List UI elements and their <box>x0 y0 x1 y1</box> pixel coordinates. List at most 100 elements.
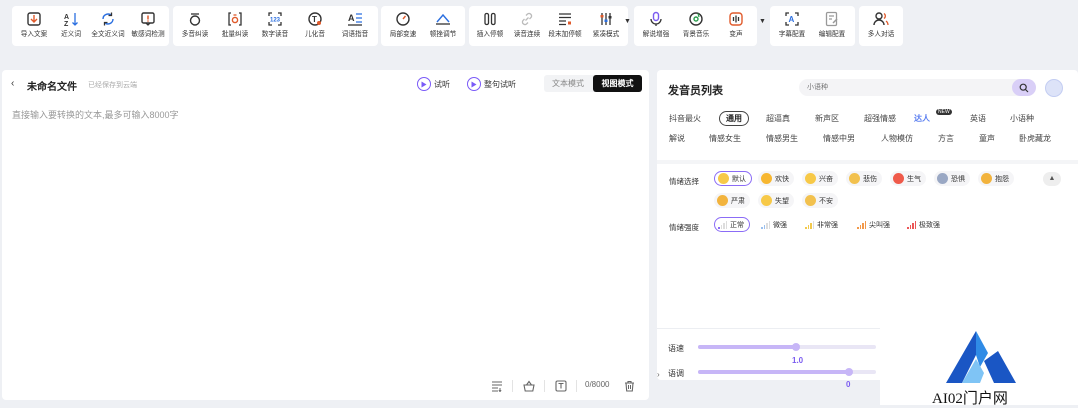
full-synonym-button[interactable]: 全文近义词 <box>88 6 128 46</box>
emotion-chip[interactable]: 严肃 <box>714 193 750 208</box>
emotion-chip[interactable]: 生气 <box>890 171 926 186</box>
text-input-placeholder[interactable]: 直接输入要转换的文本,最多可输入8000字 <box>12 108 179 121</box>
emotion-chip[interactable]: 兴奋 <box>802 171 838 186</box>
text-box-icon[interactable] <box>555 380 567 392</box>
emoji-default-icon <box>718 173 729 184</box>
category-tab[interactable]: 抖音最火 <box>669 113 701 124</box>
back-button[interactable]: ‹ <box>11 78 14 89</box>
insert-pause-button[interactable]: 插入停顿 <box>470 6 510 46</box>
intensity-chip-selected[interactable]: 正常 <box>714 217 750 232</box>
bgm-button[interactable]: 背景音乐 <box>676 6 716 46</box>
synonym-button[interactable]: AZ 近义词 <box>54 6 88 46</box>
toolbar-more-caret-2[interactable]: ▼ <box>759 18 766 25</box>
emotion-chip[interactable]: 悲伤 <box>846 171 882 186</box>
commentary-button[interactable]: 解说增强 <box>636 6 676 46</box>
category-tab[interactable]: 童声 <box>979 133 995 144</box>
svg-text:Z: Z <box>64 21 69 27</box>
sort-az-icon: AZ <box>64 13 78 27</box>
category-tab[interactable]: 英语 <box>970 113 986 124</box>
signal-bars-icon <box>907 220 916 229</box>
voice-change-button[interactable]: 变声 <box>716 6 756 46</box>
polyphone-button[interactable]: 多音纠读 <box>175 6 215 46</box>
intensity-chip-label: 极致强 <box>919 221 940 229</box>
idiom-button[interactable]: A 词语指音 <box>335 6 375 46</box>
trash-icon[interactable] <box>624 380 635 392</box>
category-tab[interactable]: 小语种 <box>1010 113 1034 124</box>
category-tab[interactable]: 超逼真 <box>766 113 790 124</box>
expand-arrow-icon[interactable]: › <box>657 370 660 379</box>
search-icon <box>1019 83 1029 92</box>
category-tab-selected[interactable]: 通用 <box>719 111 749 126</box>
category-tab-daren[interactable]: 达人 <box>914 113 930 124</box>
category-tab[interactable]: 情感中男 <box>823 133 855 144</box>
voice-search-input[interactable] <box>807 81 987 94</box>
file-name[interactable]: 未命名文件 <box>27 78 77 93</box>
intensity-chip-label: 尖叫强 <box>869 221 890 229</box>
alert-box-icon <box>141 12 155 26</box>
intensity-chip[interactable]: 微强 <box>758 217 792 232</box>
signal-bars-icon <box>761 220 770 229</box>
import-doc-button[interactable]: 导入文案 <box>14 6 54 46</box>
avatar[interactable] <box>1045 79 1063 97</box>
format-icon[interactable] <box>491 380 503 392</box>
sentence-preview-label: 整句试听 <box>484 79 516 89</box>
emotion-chip[interactable]: 恐惧 <box>934 171 970 186</box>
chevron-up-icon: ▲ <box>1048 175 1056 182</box>
category-tab[interactable]: 情感女生 <box>709 133 741 144</box>
emoji-serious-icon <box>717 195 728 206</box>
speed-slider-handle[interactable] <box>791 343 800 351</box>
pitch-value: 0 <box>846 380 851 389</box>
category-tab[interactable]: 情感男生 <box>766 133 798 144</box>
digit-read-button[interactable]: 123 数字读音 <box>255 6 295 46</box>
category-tab[interactable]: 人物模仿 <box>881 133 913 144</box>
subtitle-config-button[interactable]: A 字幕配置 <box>772 6 812 46</box>
emotion-chip[interactable]: 抱怨 <box>978 171 1014 186</box>
emotion-chip-label: 严肃 <box>731 197 745 205</box>
toolbar-more-caret-1[interactable]: ▼ <box>624 18 631 25</box>
play-icon <box>467 77 481 91</box>
preview-button[interactable]: 试听 <box>417 76 450 92</box>
emotion-chip-label: 恐惧 <box>951 175 965 183</box>
category-tab[interactable]: 解说 <box>669 133 685 144</box>
category-tab[interactable]: 超强情感 <box>864 113 896 124</box>
collapse-button[interactable]: ▲ <box>1043 172 1061 186</box>
search-button[interactable] <box>1012 79 1036 96</box>
multi-dialog-button[interactable]: 多人对话 <box>861 6 901 46</box>
para-end-pause-button[interactable]: 段末加停顿 <box>544 6 586 46</box>
category-tab[interactable]: 卧虎藏龙 <box>1019 133 1051 144</box>
sensitive-check-button[interactable]: 敏感词检测 <box>128 6 168 46</box>
basket-icon[interactable] <box>523 380 535 392</box>
toolbar-group-dialog: 多人对话 <box>859 6 903 46</box>
svg-text:T: T <box>312 15 317 24</box>
emotion-chip[interactable]: 失望 <box>758 193 794 208</box>
emotion-chip-selected[interactable]: 默认 <box>714 171 752 186</box>
emotion-chip[interactable]: 欢快 <box>758 171 794 186</box>
new-badge: NEW <box>936 109 952 115</box>
svg-text:A: A <box>64 14 69 21</box>
intensity-chip[interactable]: 尖叫强 <box>854 217 895 232</box>
edit-config-button[interactable]: 编辑配置 <box>812 6 852 46</box>
intensity-chip[interactable]: 非常强 <box>802 217 843 232</box>
pitch-slider[interactable] <box>698 368 876 376</box>
emotion-chip-label: 悲伤 <box>863 175 877 183</box>
continuous-read-button[interactable]: 读音连续 <box>510 6 544 46</box>
speed-slider[interactable] <box>698 343 876 351</box>
emotion-chip-label: 抱怨 <box>995 175 1009 183</box>
sentence-preview-button[interactable]: 整句试听 <box>467 76 516 92</box>
erhua-button[interactable]: T 儿化音 <box>295 6 335 46</box>
emotion-chip-label: 失望 <box>775 197 789 205</box>
signal-bars-icon <box>718 220 727 229</box>
emoji-excited-icon <box>805 173 816 184</box>
compact-mode-button[interactable]: 紧凑模式 <box>586 6 626 46</box>
category-tab[interactable]: 方言 <box>938 133 954 144</box>
category-tab[interactable]: 新声区 <box>815 113 839 124</box>
view-mode-tab[interactable]: 视图模式 <box>593 75 642 92</box>
text-mode-tab[interactable]: 文本模式 <box>544 75 592 92</box>
emotion-chip[interactable]: 不安 <box>802 193 838 208</box>
local-speed-button[interactable]: 局部变速 <box>383 6 423 46</box>
pitch-slider-handle[interactable] <box>845 368 854 376</box>
intensity-chip[interactable]: 极致强 <box>904 217 945 232</box>
import-icon <box>27 12 41 26</box>
pause-adjust-button[interactable]: 顿挫调节 <box>423 6 463 46</box>
batch-correct-button[interactable]: 批量纠读 <box>215 6 255 46</box>
